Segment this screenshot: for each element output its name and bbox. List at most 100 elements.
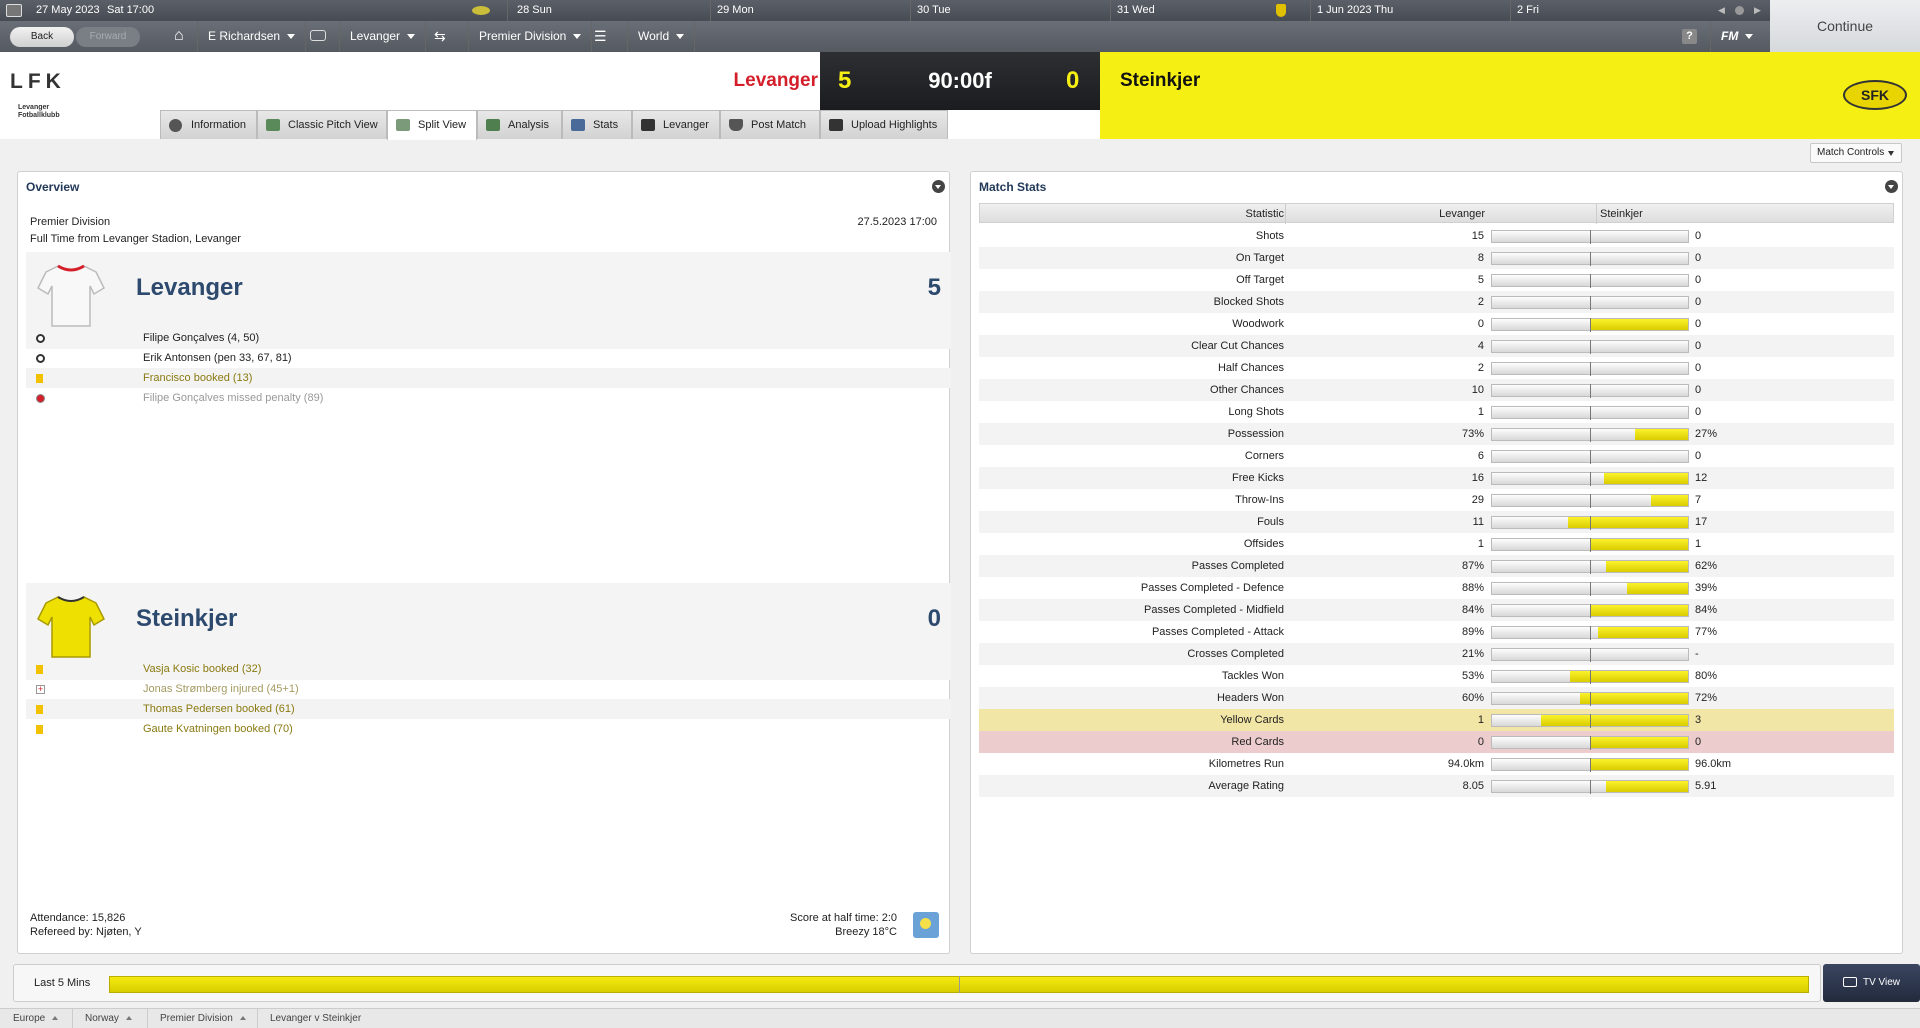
home-value: 8.05 <box>1462 780 1484 792</box>
breadcrumb-item[interactable]: Levanger v Steinkjer <box>257 1009 361 1028</box>
home-value: 89% <box>1461 626 1484 638</box>
panel-menu-icon[interactable] <box>1885 180 1898 193</box>
calendar-day[interactable]: 29 Mon <box>717 0 754 21</box>
comparison-bar <box>1491 450 1689 464</box>
home-value: 5 <box>1477 274 1484 286</box>
goal-icon <box>36 334 45 343</box>
tv-view-button[interactable]: TV View <box>1823 964 1920 1002</box>
tab-levanger[interactable]: Levanger <box>632 110 720 139</box>
analysis-icon <box>486 119 500 131</box>
table-row: Tackles Won 53% 80% <box>979 665 1894 687</box>
table-row: Possession 73% 27% <box>979 423 1894 445</box>
comparison-bar-fill <box>1590 605 1688 616</box>
calendar-prev-icon[interactable]: ◀ <box>1718 0 1725 21</box>
scoreboard: 5 90:00f 0 <box>820 52 1100 110</box>
table-row: Yellow Cards 1 3 <box>979 709 1894 731</box>
tab-stats[interactable]: Stats <box>562 110 632 139</box>
manager-dropdown[interactable]: E Richardsen <box>197 21 307 52</box>
calendar-day[interactable]: 28 Sun <box>517 0 552 21</box>
overview-venue: Full Time from Levanger Stadion, Levange… <box>30 233 241 245</box>
comparison-bar <box>1491 604 1689 618</box>
world-dropdown[interactable]: World <box>627 21 696 52</box>
club-dropdown[interactable]: Levanger <box>339 21 427 52</box>
fm-menu[interactable]: FM <box>1710 21 1763 52</box>
calendar-strip: 27 May 2023 Sat 17:00 28 Sun 29 Mon 30 T… <box>0 0 1770 21</box>
overview-away-score: 0 <box>927 605 941 632</box>
list-icon[interactable]: ☰ <box>594 28 607 45</box>
comparison-bar-fill <box>1604 473 1688 484</box>
column-header-away[interactable]: Steinkjer <box>1596 204 1643 224</box>
home-value: 11 <box>1472 516 1484 528</box>
calendar-day[interactable]: 31 Wed <box>1117 0 1155 21</box>
home-icon[interactable]: ⌂ <box>174 27 184 45</box>
bar-midline <box>1590 670 1591 684</box>
tab-classic-pitch-view[interactable]: Classic Pitch View <box>257 110 387 139</box>
breadcrumb-item[interactable]: Premier Division <box>147 1009 246 1028</box>
overview-date: 27.5.2023 17:00 <box>857 216 937 228</box>
list-item: Vasja Kosic booked (32) <box>26 659 951 679</box>
comparison-bar-fill <box>1580 693 1688 704</box>
yellow-card-icon <box>36 374 43 383</box>
away-team-banner <box>1100 52 1920 139</box>
bar-midline <box>1590 406 1591 420</box>
calendar-icon[interactable] <box>6 4 22 17</box>
column-header-home[interactable]: Levanger <box>1285 204 1485 224</box>
club-badge-icon <box>1276 4 1286 17</box>
yellow-card-icon <box>36 705 43 714</box>
calendar-next-icon[interactable]: ▶ <box>1754 0 1761 21</box>
back-button[interactable]: Back <box>10 27 74 47</box>
tab-post-match[interactable]: Post Match <box>720 110 820 139</box>
competition-dropdown[interactable]: Premier Division <box>468 21 593 52</box>
comparison-bar-fill <box>1598 627 1688 638</box>
table-row: Corners 6 0 <box>979 445 1894 467</box>
breadcrumb-item[interactable]: Europe <box>13 1009 59 1028</box>
calendar-day[interactable]: 30 Tue <box>917 0 951 21</box>
away-value: 5.91 <box>1695 780 1717 792</box>
tv-icon <box>1842 977 1857 988</box>
comparison-bar <box>1491 582 1689 596</box>
tab-split-view[interactable]: Split View <box>387 110 477 140</box>
help-icon[interactable]: ? <box>1682 29 1697 44</box>
swap-arrows-icon[interactable]: ⇆ <box>434 28 446 45</box>
tab-analysis[interactable]: Analysis <box>477 110 562 139</box>
bar-midline <box>1590 296 1591 310</box>
comparison-bar <box>1491 714 1689 728</box>
table-row: Average Rating 8.05 5.91 <box>979 775 1894 797</box>
bar-midline <box>1590 538 1591 552</box>
bar-midline <box>1590 318 1591 332</box>
club-swap-icon[interactable] <box>310 30 326 41</box>
comparison-bar <box>1491 736 1689 750</box>
comparison-bar-fill <box>1570 671 1688 682</box>
breadcrumb-item[interactable]: Norway <box>72 1009 132 1028</box>
continue-button[interactable]: Continue <box>1770 0 1920 52</box>
table-row: Blocked Shots 2 0 <box>979 291 1894 313</box>
bar-midline <box>1590 428 1591 442</box>
home-value: 0 <box>1477 318 1484 330</box>
weather-sun-icon <box>913 912 939 938</box>
stat-label: Free Kicks <box>1232 472 1284 484</box>
comparison-bar <box>1491 626 1689 640</box>
away-club-logo-text: SFK <box>1861 87 1889 103</box>
home-value: 53% <box>1461 670 1484 682</box>
column-header-statistic[interactable]: Statistic <box>980 204 1284 224</box>
tab-information[interactable]: Information <box>160 110 257 139</box>
forward-button[interactable]: Forward <box>76 27 140 47</box>
breadcrumb: Europe Norway Premier Division Levanger … <box>0 1008 1920 1028</box>
comparison-bar <box>1491 428 1689 442</box>
overview-home-score: 5 <box>927 274 941 301</box>
bar-midline <box>1590 494 1591 508</box>
match-controls-dropdown[interactable]: Match Controls <box>1810 143 1902 163</box>
table-row: Passes Completed - Attack 89% 77% <box>979 621 1894 643</box>
tab-upload-highlights[interactable]: Upload Highlights <box>820 110 948 139</box>
panel-menu-icon[interactable] <box>932 180 945 193</box>
stat-label: Passes Completed - Attack <box>1151 626 1284 638</box>
stat-label: Fouls <box>1257 516 1284 528</box>
bar-midline <box>1590 626 1591 640</box>
home-team-name: Levanger <box>733 70 818 91</box>
calendar-day[interactable]: 1 Jun 2023 Thu <box>1317 0 1393 21</box>
comparison-bar-fill <box>1606 561 1688 572</box>
list-item: Thomas Pedersen booked (61) <box>26 699 951 719</box>
bar-midline <box>1590 692 1591 706</box>
calendar-day[interactable]: 2 Fri <box>1517 0 1539 21</box>
stat-label: Shots <box>1255 230 1284 242</box>
